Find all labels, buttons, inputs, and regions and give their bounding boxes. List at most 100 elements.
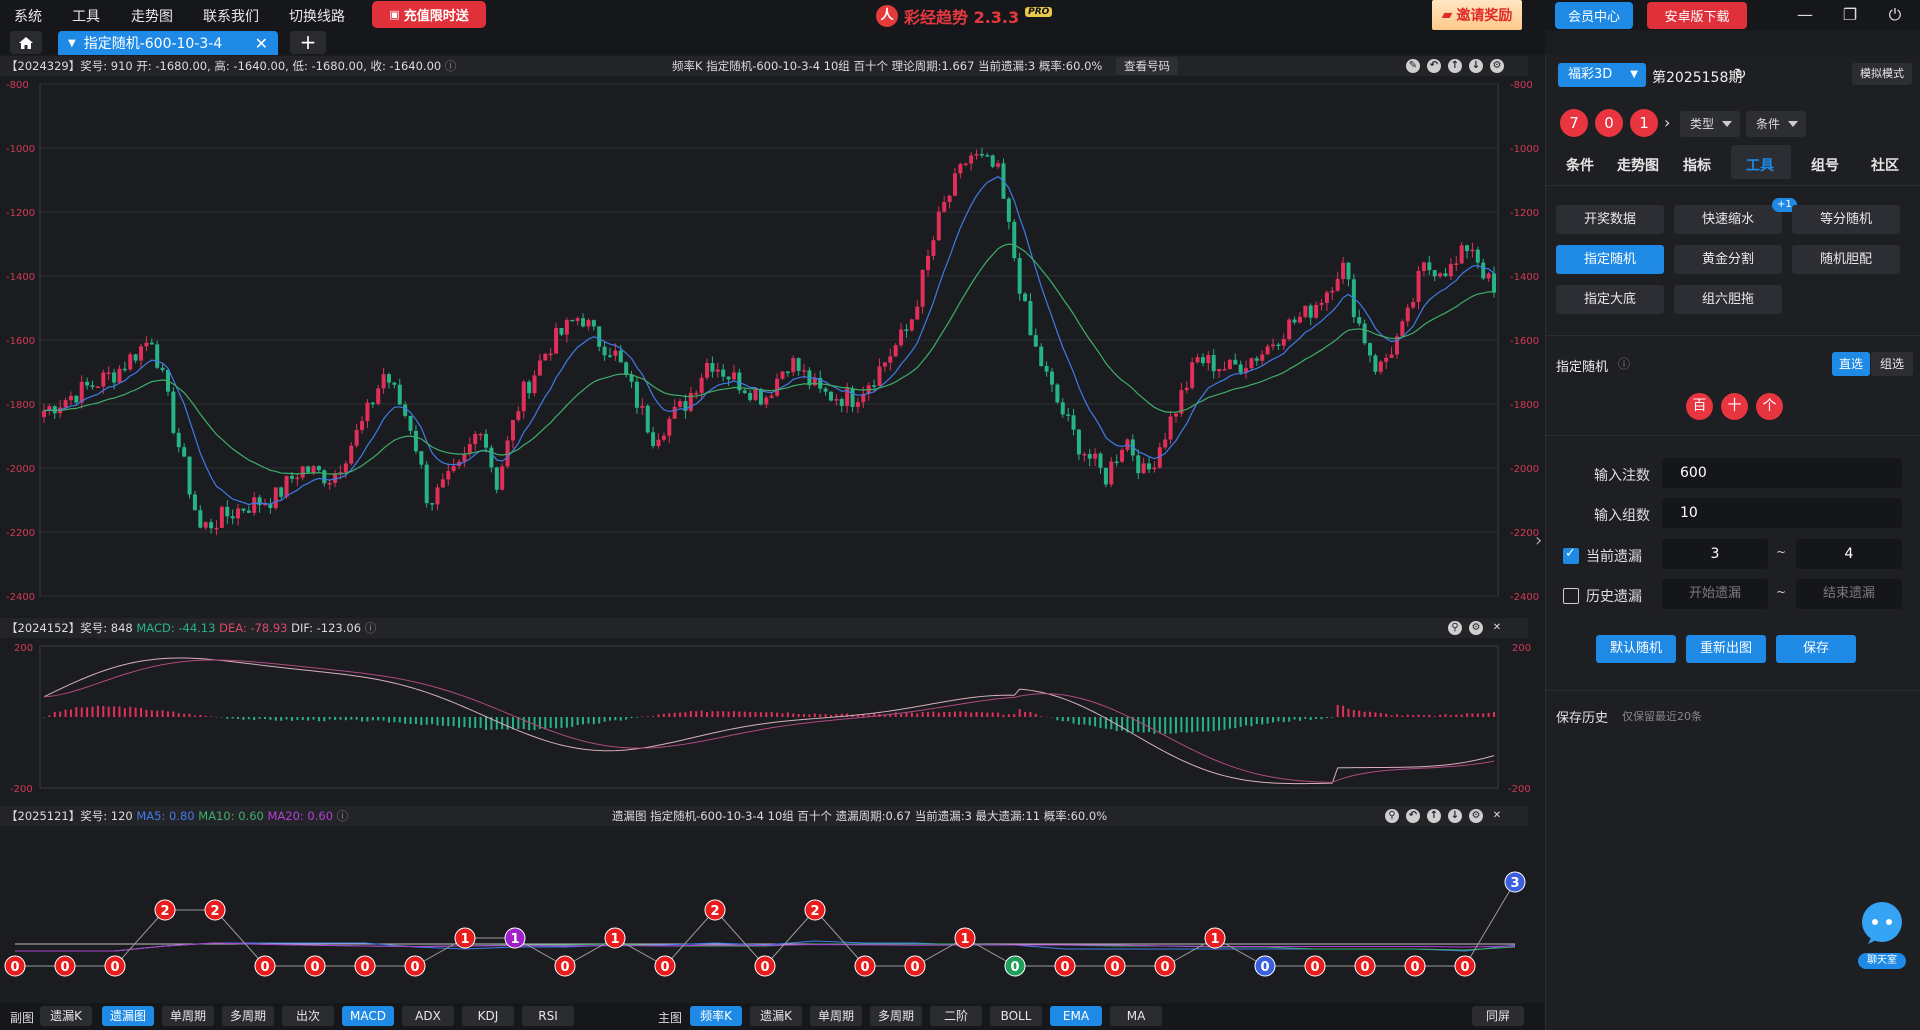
sub-btn-adx[interactable]: ADX xyxy=(402,1006,454,1026)
candle xyxy=(284,475,289,497)
arrow-down-icon[interactable]: ↓ xyxy=(1448,809,1462,823)
add-tab-button[interactable]: + xyxy=(290,31,326,54)
main-btn-ma[interactable]: MA xyxy=(1110,1006,1162,1026)
chevron-right-icon[interactable]: › xyxy=(1664,113,1670,132)
history-miss-from[interactable]: 开始遗漏 xyxy=(1662,579,1768,609)
main-btn-boll[interactable]: BOLL xyxy=(990,1006,1042,1026)
tool-equal-random[interactable]: 等分随机 xyxy=(1792,205,1900,234)
tab-indicators[interactable]: 指标 xyxy=(1683,155,1711,175)
sub-btn-macd[interactable]: MACD xyxy=(342,1006,394,1026)
miss-chart[interactable]: 0 0 0 2 2 0 0 0 0 1 1 0 1 0 2 0 2 0 0 1 0 0 0 0 1 0 0 0 0 0 3 xyxy=(0,826,1545,1003)
android-download-button[interactable]: 安卓版下载 xyxy=(1647,2,1747,29)
invite-button[interactable]: ▰ 邀请奖励 xyxy=(1432,0,1522,30)
current-miss-to[interactable]: 4 xyxy=(1796,539,1902,569)
lottery-select[interactable]: 福彩3D ▼ xyxy=(1558,63,1646,87)
sim-mode-button[interactable]: 模拟模式 xyxy=(1852,63,1912,85)
help-icon[interactable]: ⓘ xyxy=(365,621,377,635)
main-btn-second-order[interactable]: 二阶 xyxy=(930,1006,982,1026)
sync-screen-button[interactable]: 同屏 xyxy=(1472,1006,1524,1026)
candle xyxy=(1341,262,1346,279)
tab-conditions[interactable]: 条件 xyxy=(1566,155,1594,175)
arrow-up-icon[interactable]: ↑ xyxy=(1448,59,1462,73)
chat-room-button[interactable]: 聊天室 xyxy=(1858,900,1906,970)
arrow-down-icon[interactable]: ↓ xyxy=(1469,59,1483,73)
edit-icon[interactable]: ✎ xyxy=(1406,59,1420,73)
refresh-icon[interactable]: ↻ xyxy=(1734,65,1747,83)
tab-tools[interactable]: 工具 xyxy=(1746,155,1774,175)
tool-golden-split[interactable]: 黄金分割 xyxy=(1674,245,1782,274)
current-miss-checkbox[interactable] xyxy=(1563,546,1579,564)
main-btn-single-cycle[interactable]: 单周期 xyxy=(810,1006,862,1026)
position-tens[interactable]: 十 xyxy=(1721,393,1748,420)
help-icon[interactable]: ⓘ xyxy=(1618,355,1630,372)
settings-icon[interactable]: ⚙ xyxy=(1490,59,1504,73)
menu-trend[interactable]: 走势图 xyxy=(131,6,173,26)
tab-community[interactable]: 社区 xyxy=(1871,155,1899,175)
tool-specified-random[interactable]: 指定随机 xyxy=(1556,245,1664,274)
position-units[interactable]: 个 xyxy=(1756,393,1783,420)
current-miss-from[interactable]: 3 xyxy=(1662,539,1768,569)
sub-btn-count[interactable]: 出次 xyxy=(282,1006,334,1026)
miss-point-label: 0 xyxy=(860,960,869,975)
help-icon[interactable]: ⓘ xyxy=(337,809,349,823)
history-miss-checkbox[interactable] xyxy=(1563,588,1579,604)
pin-icon[interactable]: ⚲ xyxy=(1448,621,1462,635)
condition-select[interactable]: 条件 xyxy=(1746,111,1806,137)
tool-random-banker[interactable]: 随机胆配 xyxy=(1792,245,1900,274)
close-icon[interactable]: ✕ xyxy=(1490,621,1504,635)
help-icon[interactable]: ⓘ xyxy=(445,59,457,73)
macd-chart[interactable]: 200 -200 200 -200 xyxy=(0,638,1545,806)
position-hundreds[interactable]: 百 xyxy=(1686,393,1713,420)
sub-btn-miss-k[interactable]: 遗漏K xyxy=(40,1006,92,1026)
tab-numbers[interactable]: 组号 xyxy=(1811,155,1839,175)
direct-toggle[interactable]: 直选 xyxy=(1832,352,1870,376)
save-button[interactable]: 保存 xyxy=(1776,635,1856,663)
menu-switch-line[interactable]: 切换线路 xyxy=(289,6,345,26)
close-icon[interactable]: ✕ xyxy=(255,34,268,53)
tab-trend[interactable]: 走势图 xyxy=(1617,155,1659,175)
member-center-button[interactable]: 会员中心 xyxy=(1555,2,1633,29)
restore-icon[interactable]: ❐ xyxy=(1835,3,1865,27)
settings-icon[interactable]: ⚙ xyxy=(1469,809,1483,823)
chevron-right-icon[interactable]: › xyxy=(1535,530,1542,551)
tool-draw-data[interactable]: 开奖数据 xyxy=(1556,205,1664,234)
pin-icon[interactable]: ⚲ xyxy=(1385,809,1399,823)
main-btn-multi-cycle[interactable]: 多周期 xyxy=(870,1006,922,1026)
sub-btn-multi-cycle[interactable]: 多周期 xyxy=(222,1006,274,1026)
arrow-up-icon[interactable]: ↑ xyxy=(1427,809,1441,823)
main-btn-miss-k[interactable]: 遗漏K xyxy=(750,1006,802,1026)
candle xyxy=(316,466,321,471)
sub-btn-rsi[interactable]: RSI xyxy=(522,1006,574,1026)
menu-system[interactable]: 系统 xyxy=(14,6,42,26)
kline-chart[interactable]: -800 -800 -1000 -1000 -1200 -1200 -1400 -1400 -1… xyxy=(0,76,1545,618)
candle xyxy=(246,510,251,513)
close-icon[interactable]: ✕ xyxy=(1490,809,1504,823)
type-select[interactable]: 类型 xyxy=(1680,111,1740,137)
promo-button[interactable]: ▣ 充值限时送 xyxy=(372,1,486,28)
main-btn-ema[interactable]: EMA xyxy=(1050,1006,1102,1026)
groups-input[interactable]: 10 xyxy=(1662,498,1902,528)
redraw-button[interactable]: 重新出图 xyxy=(1686,635,1766,663)
settings-icon[interactable]: ⚙ xyxy=(1469,621,1483,635)
bets-input[interactable]: 600 xyxy=(1662,458,1902,488)
main-btn-freq-k[interactable]: 频率K xyxy=(690,1006,742,1026)
history-miss-to[interactable]: 结束遗漏 xyxy=(1796,579,1902,609)
tool-quick-shrink[interactable]: 快速缩水 xyxy=(1674,205,1782,234)
power-icon[interactable]: ⏻ xyxy=(1880,3,1910,27)
sub-btn-miss-chart[interactable]: 遗漏图 xyxy=(102,1006,154,1026)
candle xyxy=(1443,273,1448,277)
back-icon[interactable]: ↶ xyxy=(1406,809,1420,823)
tab-active[interactable]: ▼ 指定随机-600-10-3-4 ✕ xyxy=(58,31,278,55)
sub-btn-kdj[interactable]: KDJ xyxy=(462,1006,514,1026)
check-numbers-button[interactable]: 查看号码 xyxy=(1115,57,1178,75)
sub-btn-single-cycle[interactable]: 单周期 xyxy=(162,1006,214,1026)
back-icon[interactable]: ↶ xyxy=(1427,59,1441,73)
home-button[interactable] xyxy=(10,31,42,54)
default-random-button[interactable]: 默认随机 xyxy=(1596,635,1676,663)
menu-contact[interactable]: 联系我们 xyxy=(203,6,259,26)
tool-group6-drag[interactable]: 组六胆拖 xyxy=(1674,285,1782,314)
minimize-icon[interactable]: — xyxy=(1790,3,1820,27)
menu-tools[interactable]: 工具 xyxy=(72,6,100,26)
group-toggle[interactable]: 组选 xyxy=(1871,352,1913,376)
tool-specified-base[interactable]: 指定大底 xyxy=(1556,285,1664,314)
